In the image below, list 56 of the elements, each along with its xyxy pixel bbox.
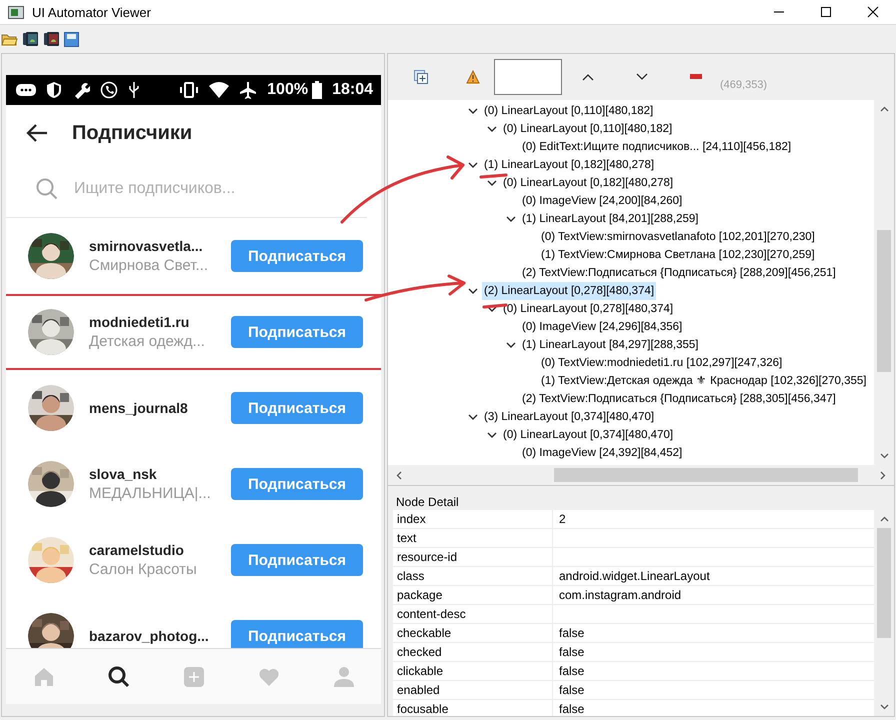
property-name: index [393, 510, 553, 528]
tree-node[interactable]: (2) TextView:Подписаться {Подписаться} [288,209][456,251] [520, 264, 838, 282]
follower-row[interactable]: modniedeti1.ru Детская одежд... Подписаться [6, 294, 381, 370]
battery-level: 100% [267, 81, 308, 99]
property-name: package [393, 586, 553, 604]
property-name: clickable [393, 662, 553, 680]
search-field[interactable]: Ищите подписчиков... [74, 180, 349, 198]
tree-node[interactable]: (0) ImageView [24,200][84,260] [520, 192, 684, 210]
username: slova_nsk [89, 466, 158, 482]
tree-node[interactable]: (0) TextView:modniedeti1.ru [102,297][247,326] [539, 354, 784, 372]
tree-node[interactable]: (1) LinearLayout [84,297][288,355] [520, 336, 700, 354]
property-value: android.widget.LinearLayout [558, 569, 710, 583]
username: caramelstudio [89, 542, 185, 558]
property-name: enabled [393, 681, 553, 699]
property-name: checkable [393, 624, 553, 642]
username: mens_journal8 [89, 400, 189, 416]
tree-node[interactable]: (0) EditText:Ищите подписчиков... [24,110][456,182] [520, 138, 794, 156]
property-value: false [558, 702, 584, 716]
group-title: Node Detail [395, 494, 460, 510]
tree-node[interactable]: (0) LinearLayout [0,182][480,278] [501, 174, 676, 192]
property-value: 2 [558, 512, 566, 526]
tree-node[interactable]: (0) LinearLayout [0,110][480,182] [482, 102, 656, 120]
username: modniedeti1.ru [89, 314, 190, 330]
property-name: text [393, 529, 553, 547]
property-value: false [558, 683, 584, 697]
property-value: false [558, 626, 584, 640]
tree-node[interactable]: (1) TextView:Детская одежда ⚜ Краснодар [102,326][270,355] [539, 372, 868, 390]
tree-node[interactable]: (1) LinearLayout [84,201][288,259] [520, 210, 700, 228]
property-name: class [393, 567, 553, 585]
coordinates: (469,353) [720, 79, 768, 91]
tree-node[interactable]: (1) TextView:Смирнова Светлана [102,230][270,259] [539, 246, 817, 264]
full-name: Салон Красоты [89, 561, 198, 578]
tree-node[interactable]: (0) LinearLayout [0,374][480,470] [501, 426, 676, 444]
full-name: Смирнова Свет... [89, 257, 209, 274]
property-value: com.instagram.android [558, 588, 682, 602]
username: bazarov_photog... [89, 628, 210, 644]
tree-node[interactable]: (0) TextView:smirnovasvetlanafoto [102,201][270,230] [539, 228, 817, 246]
property-name: checked [393, 643, 553, 661]
property-value: false [558, 645, 584, 659]
tree-node[interactable]: (0) ImageView [24,296][84,356] [520, 318, 684, 336]
property-value: false [558, 664, 584, 678]
property-name: resource-id [393, 548, 553, 566]
tree-node[interactable]: (1) LinearLayout [0,182][480,278] [482, 156, 656, 174]
tree-node[interactable]: (2) TextView:Подписаться {Подписаться} [288,305][456,347] [520, 390, 838, 408]
full-name: Детская одежд... [89, 333, 206, 350]
tree-node[interactable]: (0) LinearLayout [0,110][480,182] [501, 120, 674, 138]
full-name: МЕДАЛЬНИЦА|... [89, 485, 212, 502]
property-name: content-desc [393, 605, 553, 623]
tree-node[interactable]: (3) LinearLayout [0,374][480,470] [482, 408, 656, 426]
tree-node[interactable]: (2) LinearLayout [0,278][480,374] [482, 282, 656, 300]
property-name: focusable [393, 700, 553, 716]
username: smirnovasvetla... [89, 238, 204, 254]
window-title: UI Automator Viewer [32, 4, 152, 20]
screen-title: Подписчики [72, 122, 192, 144]
clock: 18:04 [332, 81, 373, 99]
tree-node[interactable]: (0) ImageView [24,392][84,452] [520, 444, 684, 462]
